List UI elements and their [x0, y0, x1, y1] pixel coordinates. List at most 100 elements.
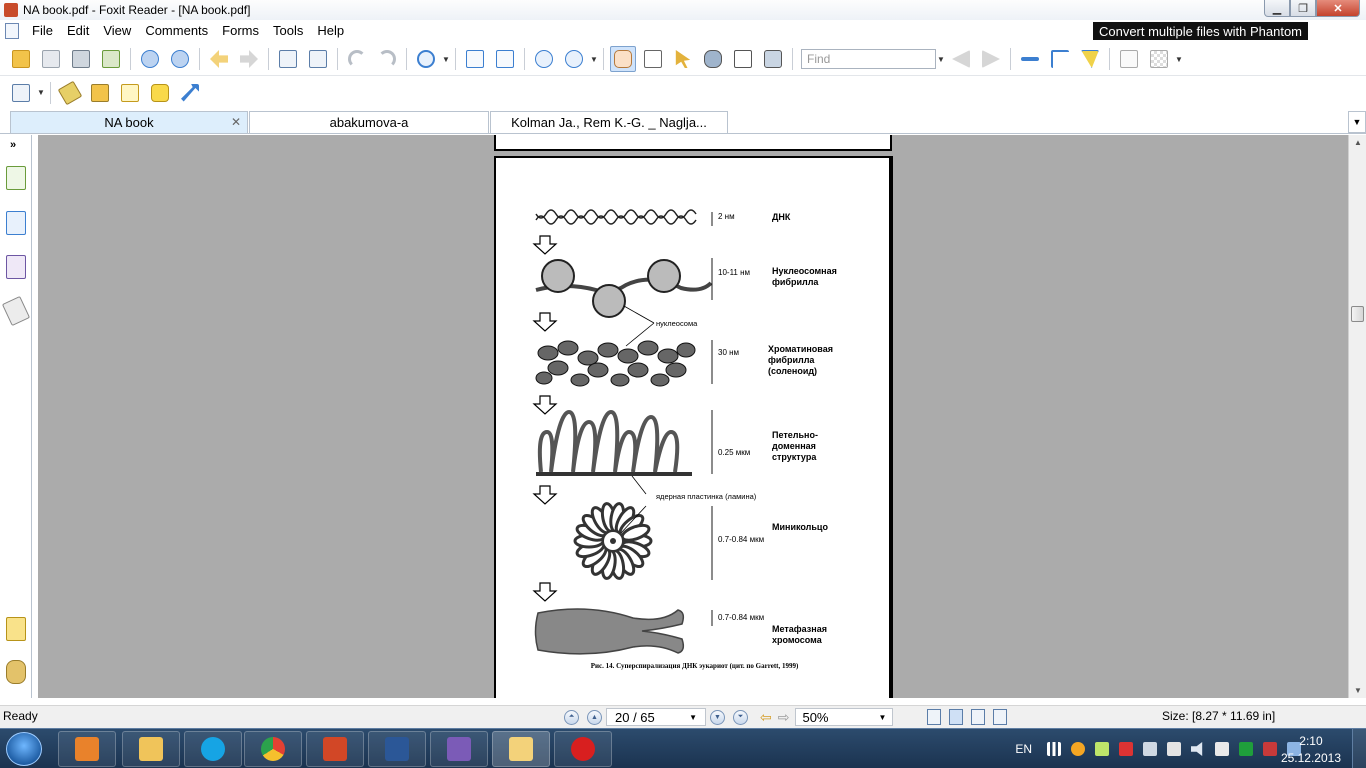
expand-panel-icon[interactable]: »	[10, 139, 16, 151]
area-tool-button[interactable]	[1077, 46, 1103, 72]
find-previous-button[interactable]	[948, 46, 974, 72]
taskbar-skype[interactable]	[184, 731, 242, 767]
page-number-input[interactable]: 20 / 65 ▼	[606, 708, 706, 726]
taskbar-screen-recorder[interactable]	[554, 731, 612, 767]
insert-pages-button[interactable]	[305, 46, 331, 72]
highlight-button[interactable]	[57, 80, 83, 106]
find-button[interactable]	[700, 46, 726, 72]
taskbar-foxit[interactable]	[492, 731, 550, 767]
back-button[interactable]	[206, 46, 232, 72]
previous-page-button[interactable]	[137, 46, 163, 72]
find-next-button[interactable]	[978, 46, 1004, 72]
zoom-tool-dropdown-icon[interactable]: ▼	[441, 55, 451, 64]
page-view-button[interactable]	[1116, 46, 1142, 72]
comment-list-icon[interactable]	[6, 617, 26, 641]
save-button[interactable]	[38, 46, 64, 72]
typewriter-button[interactable]	[730, 46, 756, 72]
menu-forms[interactable]: Forms	[215, 23, 266, 38]
undo-button[interactable]	[344, 46, 370, 72]
comments-panel-icon[interactable]	[6, 255, 26, 279]
scroll-down-icon[interactable]: ▼	[1354, 686, 1362, 695]
forward-button[interactable]	[236, 46, 262, 72]
forward-view-icon[interactable]: ⇨	[778, 709, 790, 726]
print-button[interactable]	[68, 46, 94, 72]
pages-panel-icon[interactable]	[6, 211, 26, 235]
zoom-select-dropdown-icon[interactable]: ▼	[879, 713, 887, 722]
first-page-icon[interactable]: ⏶	[564, 709, 579, 725]
email-button[interactable]	[98, 46, 124, 72]
taskbar-explorer[interactable]	[122, 731, 180, 767]
redo-button[interactable]	[374, 46, 400, 72]
distance-tool-button[interactable]	[1017, 46, 1043, 72]
menu-view[interactable]: View	[96, 23, 138, 38]
vk-icon[interactable]	[1215, 742, 1229, 756]
continuous-facing-layout-icon[interactable]	[993, 709, 1008, 725]
taskbar-chrome[interactable]	[244, 731, 302, 767]
find-dropdown-icon[interactable]: ▼	[936, 55, 946, 64]
phantom-promo-banner[interactable]: Convert multiple files with Phantom	[1092, 22, 1308, 40]
tray-app-icon[interactable]	[1095, 742, 1109, 756]
continuous-layout-icon[interactable]	[949, 709, 964, 725]
single-page-layout-icon[interactable]	[927, 709, 942, 725]
zoom-dropdown-icon[interactable]: ▼	[589, 55, 599, 64]
close-button[interactable]: ✕	[1316, 0, 1360, 17]
prev-page-icon[interactable]: ▲	[587, 709, 602, 725]
menu-edit[interactable]: Edit	[60, 23, 96, 38]
open-button[interactable]	[8, 46, 34, 72]
menu-help[interactable]: Help	[310, 23, 351, 38]
layers-panel-icon[interactable]	[1, 295, 31, 327]
volume-icon[interactable]	[1191, 742, 1203, 756]
network-icon[interactable]	[1143, 742, 1157, 756]
fit-width-button[interactable]	[492, 46, 518, 72]
flag-icon[interactable]	[1263, 742, 1277, 756]
taskbar-powerpoint[interactable]	[306, 731, 364, 767]
tab-abakumova[interactable]: abakumova-a	[249, 111, 489, 133]
zoom-out-button[interactable]	[531, 46, 557, 72]
bookmarks-panel-icon[interactable]	[6, 166, 26, 190]
zoom-tool-button[interactable]	[413, 46, 439, 72]
document-view[interactable]: 2 нм ДНК 10-11 нм Нуклеосомная фибрилла …	[38, 135, 1348, 698]
scroll-up-icon[interactable]: ▲	[1354, 138, 1362, 147]
callout-button[interactable]	[147, 80, 173, 106]
clock[interactable]: 2:10 25.12.2013	[1281, 733, 1341, 767]
signal-icon[interactable]	[1047, 742, 1061, 756]
show-desktop-button[interactable]	[1352, 729, 1366, 768]
page-dropdown-icon[interactable]: ▼	[689, 713, 697, 722]
arrow-tool-button[interactable]	[177, 80, 203, 106]
extract-pages-button[interactable]	[275, 46, 301, 72]
green-app-icon[interactable]	[1239, 742, 1253, 756]
minimize-button[interactable]: ▁	[1264, 0, 1290, 17]
tab-kolman[interactable]: Kolman Ja., Rem K.-G. _ Naglja...	[490, 111, 728, 133]
start-button[interactable]	[6, 732, 42, 766]
textbox-button[interactable]	[117, 80, 143, 106]
perimeter-tool-button[interactable]	[1047, 46, 1073, 72]
restore-button[interactable]: ❐	[1290, 0, 1316, 17]
vertical-scrollbar[interactable]: ▲ ▼	[1348, 135, 1366, 698]
media-tray-icon[interactable]	[1071, 742, 1085, 756]
menu-file[interactable]: File	[25, 23, 60, 38]
battery-icon[interactable]	[1167, 742, 1181, 756]
fit-page-button[interactable]	[462, 46, 488, 72]
tray-alert-icon[interactable]	[1119, 742, 1133, 756]
hand-tool-button[interactable]	[610, 46, 636, 72]
last-page-icon[interactable]: ⏷	[733, 709, 748, 725]
menu-tools[interactable]: Tools	[266, 23, 310, 38]
language-indicator[interactable]: EN	[1015, 742, 1032, 756]
zoom-in-button[interactable]	[561, 46, 587, 72]
pencil-button[interactable]	[87, 80, 113, 106]
taskbar-djvu[interactable]	[430, 731, 488, 767]
select-text-button[interactable]	[640, 46, 666, 72]
menu-comments[interactable]: Comments	[138, 23, 215, 38]
scroll-thumb[interactable]	[1351, 306, 1364, 322]
tab-close-icon[interactable]: ✕	[231, 115, 241, 129]
back-view-icon[interactable]: ⇦	[760, 709, 772, 726]
annotation-select-button[interactable]	[670, 46, 696, 72]
tab-list-dropdown-icon[interactable]: ▼	[1348, 111, 1366, 133]
grid-view-button[interactable]	[1146, 46, 1172, 72]
grid-dropdown-icon[interactable]: ▼	[1174, 55, 1184, 64]
snapshot-button[interactable]	[760, 46, 786, 72]
next-page-icon[interactable]: ▼	[710, 709, 725, 725]
facing-layout-icon[interactable]	[971, 709, 986, 725]
typewriter-dropdown-icon[interactable]: ▼	[36, 88, 46, 97]
find-input[interactable]: Find	[801, 49, 936, 69]
